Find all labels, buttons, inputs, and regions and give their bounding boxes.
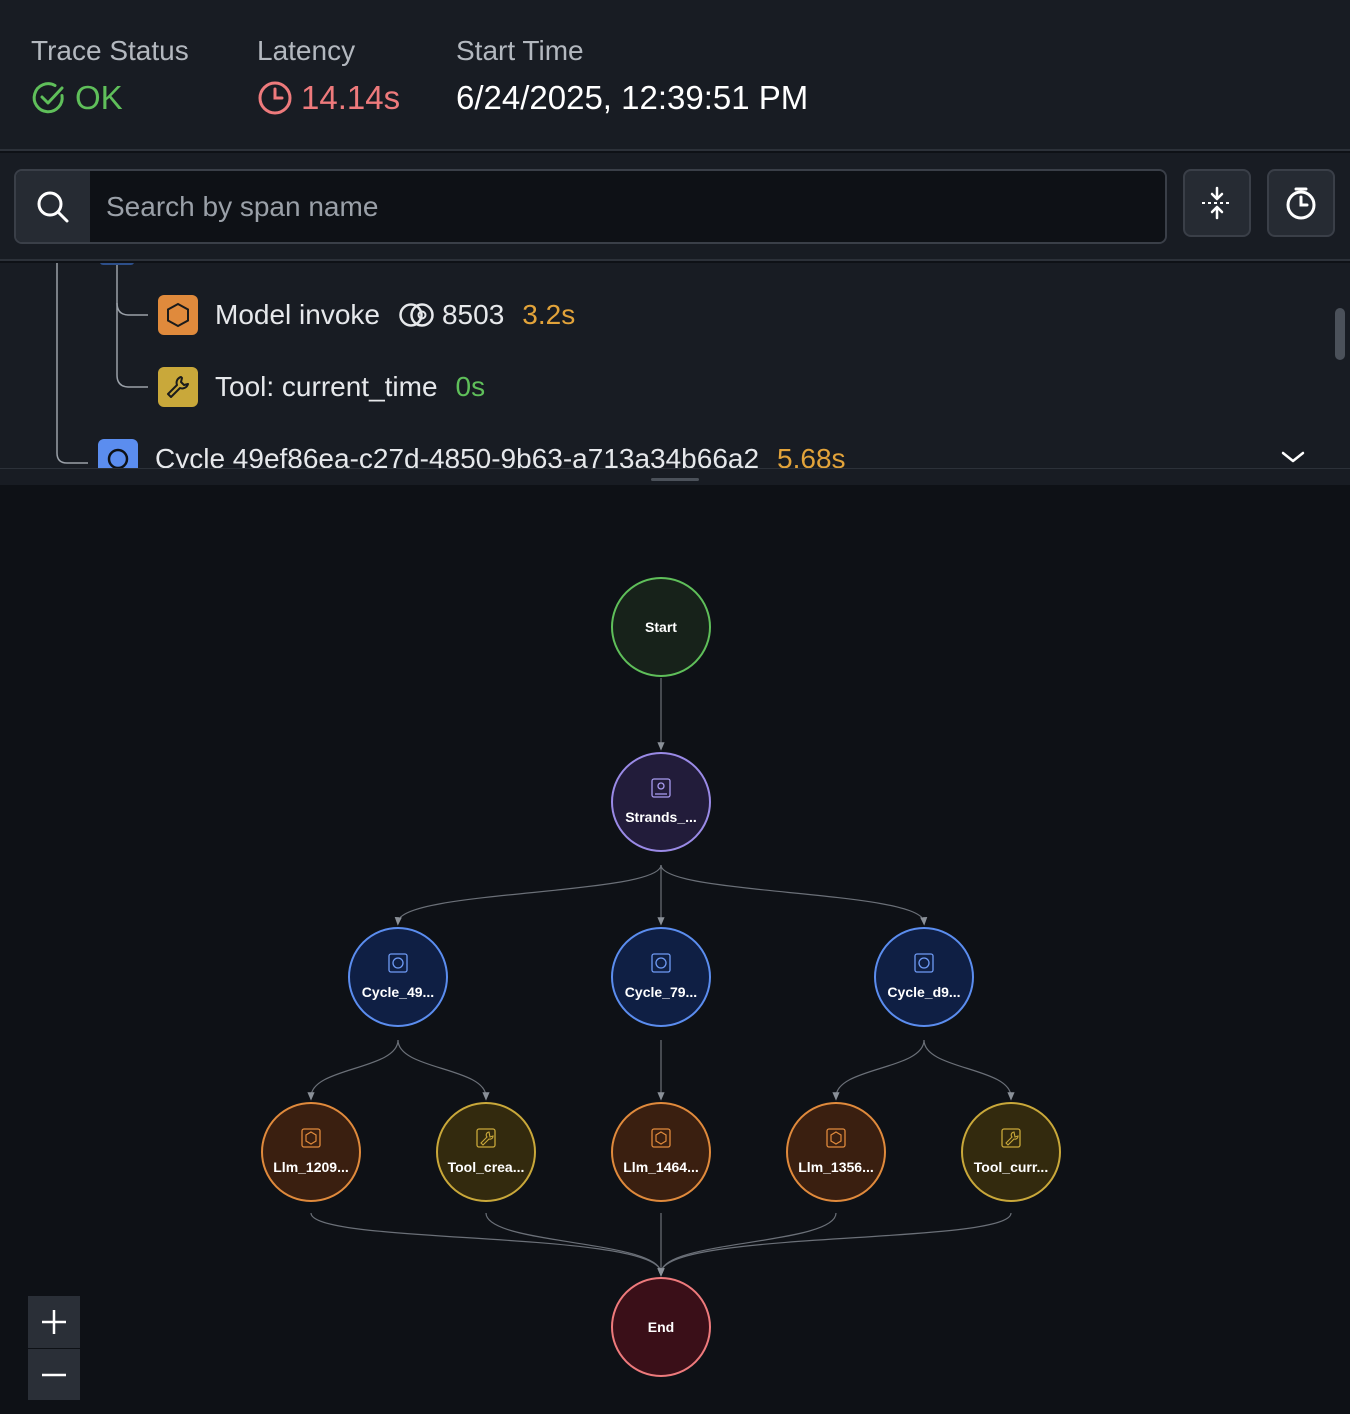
svg-text:Llm_1209...: Llm_1209... — [273, 1159, 349, 1175]
resize-grip[interactable] — [651, 478, 699, 481]
tree-row-tool-current-time[interactable]: Tool: current_time 0s — [158, 367, 485, 407]
svg-text:End: End — [648, 1319, 674, 1335]
scrollbar-thumb[interactable] — [1335, 308, 1345, 360]
graph-node-cycle-49[interactable]: Cycle_49... — [348, 927, 448, 1027]
token-count-value: 8503 — [441, 299, 505, 330]
graph-node-start[interactable]: Start — [611, 577, 711, 677]
graph-node-llm-1464[interactable]: Llm_1464... — [611, 1102, 711, 1202]
search-icon — [37, 191, 69, 222]
timeline-toggle-button[interactable] — [1267, 169, 1335, 237]
graph-node-cycle-d9[interactable]: Cycle_d9... — [874, 927, 974, 1027]
graph-node-agent[interactable]: Strands_... — [611, 752, 711, 852]
search-input[interactable] — [90, 171, 1165, 242]
span-label: Model invoke — [215, 299, 380, 330]
span-label: Cycle 49ef86ea-c27d-4850-9b63-a713a34b66… — [155, 443, 760, 468]
span-duration: 5.68s — [777, 443, 846, 468]
graph-node-tool-crea[interactable]: Tool_crea... — [436, 1102, 536, 1202]
trace-status-label: Trace Status — [31, 35, 189, 66]
check-circle-icon — [32, 82, 64, 114]
svg-text:Cycle_79...: Cycle_79... — [625, 984, 697, 1000]
svg-text:Start: Start — [645, 619, 677, 635]
hexagon-icon — [158, 295, 198, 335]
graph-node-llm-1209[interactable]: Llm_1209... — [261, 1102, 361, 1202]
latency-label: Latency — [257, 35, 356, 66]
trace-status: Trace Status OK — [31, 34, 189, 118]
tree-connectors — [56, 263, 148, 464]
trace-graph: Start Strands_... Cycle_49... Cycle_79..… — [261, 577, 1061, 1377]
latency-value: 14.14s — [301, 79, 401, 116]
start-time-label: Start Time — [456, 35, 584, 66]
latency: Latency 14.14s — [257, 34, 400, 118]
tree-row-model-invoke[interactable]: Model invoke 8503 3.2s — [158, 295, 575, 335]
span-duration: 3.2s — [522, 299, 576, 330]
graph-node-tool-curr[interactable]: Tool_curr... — [961, 1102, 1061, 1202]
svg-text:Llm_1464...: Llm_1464... — [623, 1159, 699, 1175]
span-duration: 0s — [455, 371, 486, 402]
plus-icon — [42, 1310, 66, 1334]
start-time-value: 6/24/2025, 12:39:51 PM — [456, 79, 809, 116]
wrench-icon — [158, 367, 198, 407]
svg-text:Cycle_49...: Cycle_49... — [362, 984, 434, 1000]
cycle-icon — [98, 439, 138, 468]
svg-text:Cycle_d9...: Cycle_d9... — [887, 984, 960, 1000]
token-count: 8503 — [398, 299, 504, 331]
graph-node-llm-1356[interactable]: Llm_1356... — [786, 1102, 886, 1202]
trace-header: Trace Status OK Latency 14.14s Start Tim… — [0, 0, 1350, 151]
clock-icon — [258, 81, 292, 115]
svg-text:Tool_crea...: Tool_crea... — [448, 1159, 525, 1175]
chevron-down-icon[interactable] — [1280, 449, 1306, 468]
svg-text:Llm_1356...: Llm_1356... — [798, 1159, 874, 1175]
stopwatch-icon — [1286, 187, 1316, 220]
panel-resize-handle[interactable] — [0, 468, 1350, 485]
zoom-controls — [28, 1296, 80, 1400]
graph-node-cycle-79[interactable]: Cycle_79... — [611, 927, 711, 1027]
zoom-in-button[interactable] — [28, 1296, 80, 1348]
trace-status-value: OK — [75, 79, 123, 116]
collapse-all-button[interactable] — [1183, 169, 1251, 237]
svg-text:Strands_...: Strands_... — [625, 809, 697, 825]
start-time: Start Time 6/24/2025, 12:39:51 PM — [456, 34, 808, 118]
tree-scrollbar[interactable] — [1328, 263, 1350, 468]
tokens-icon — [399, 303, 434, 327]
tree-row-cycle[interactable]: Cycle 49ef86ea-c27d-4850-9b63-a713a34b66… — [98, 439, 846, 468]
span-tree: Model invoke 8503 3.2s Tool: current_tim… — [0, 263, 1328, 468]
search-icon-button[interactable] — [16, 171, 90, 242]
span-label: Tool: current_time — [215, 371, 438, 402]
search-toolbar — [0, 153, 1350, 261]
search-box — [14, 169, 1167, 244]
zoom-out-button[interactable] — [28, 1348, 80, 1400]
collapse-icon — [1202, 186, 1232, 220]
graph-node-end[interactable]: End — [611, 1277, 711, 1377]
minus-icon — [42, 1373, 66, 1376]
svg-text:Tool_curr...: Tool_curr... — [974, 1159, 1048, 1175]
